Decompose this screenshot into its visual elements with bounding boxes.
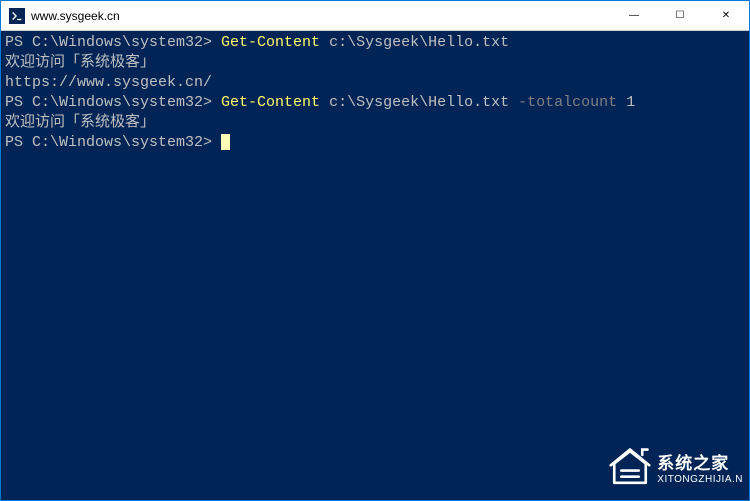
titlebar[interactable]: www.sysgeek.cn — ☐ ✕	[1, 1, 749, 31]
watermark-text: 系统之家 XITONGZHIJIA.N	[657, 455, 743, 485]
parameter: -totalcount	[518, 94, 617, 111]
prompt: PS C:\Windows\system32>	[5, 134, 221, 151]
minimize-button[interactable]: —	[611, 1, 657, 30]
cmdlet: Get-Content	[221, 94, 320, 111]
maximize-button[interactable]: ☐	[657, 1, 703, 30]
terminal-output: 欢迎访问「系统极客」	[5, 53, 745, 73]
house-icon	[609, 446, 651, 494]
cmdlet: Get-Content	[221, 34, 320, 51]
powershell-icon	[9, 8, 25, 24]
terminal-line: PS C:\Windows\system32>	[5, 133, 745, 153]
terminal-line: PS C:\Windows\system32> Get-Content c:\S…	[5, 33, 745, 53]
cursor	[221, 134, 230, 150]
watermark-name: 系统之家	[657, 455, 743, 474]
window-title: www.sysgeek.cn	[31, 9, 611, 23]
prompt: PS C:\Windows\system32>	[5, 94, 221, 111]
argument: c:\Sysgeek\Hello.txt	[329, 34, 509, 51]
close-button[interactable]: ✕	[703, 1, 749, 30]
terminal-body[interactable]: PS C:\Windows\system32> Get-Content c:\S…	[1, 31, 749, 500]
terminal-output: 欢迎访问「系统极客」	[5, 113, 745, 133]
window-controls: — ☐ ✕	[611, 1, 749, 30]
watermark: 系统之家 XITONGZHIJIA.N	[609, 446, 743, 494]
argument: c:\Sysgeek\Hello.txt	[329, 94, 509, 111]
powershell-window: www.sysgeek.cn — ☐ ✕ PS C:\Windows\syste…	[0, 0, 750, 501]
terminal-line: PS C:\Windows\system32> Get-Content c:\S…	[5, 93, 745, 113]
terminal-output: https://www.sysgeek.cn/	[5, 73, 745, 93]
argument: 1	[626, 94, 635, 111]
watermark-url: XITONGZHIJIA.N	[657, 474, 743, 485]
prompt: PS C:\Windows\system32>	[5, 34, 221, 51]
